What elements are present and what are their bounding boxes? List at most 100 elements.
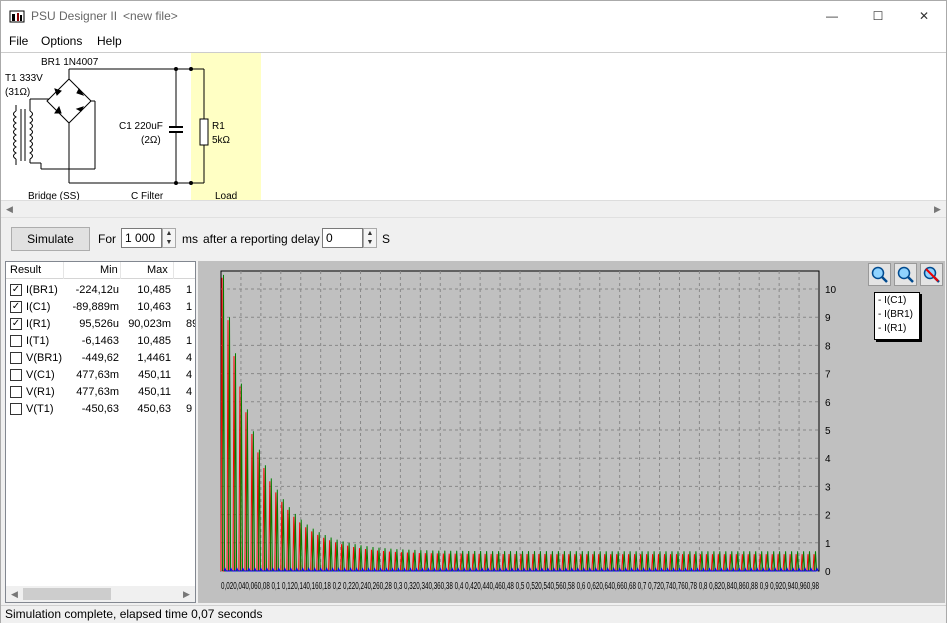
br1-label: BR1 1N4007 [41, 57, 99, 68]
zoom-reset-icon [923, 266, 940, 283]
current-chart[interactable]: 012345678910A0,020,040,060,08 0,1 0,120,… [198, 261, 838, 603]
close-button[interactable]: ✕ [901, 1, 947, 31]
t1-resistance: (31Ω) [5, 87, 31, 98]
result-name: I(R1) [26, 318, 51, 330]
status-bar: Simulation complete, elapsed time 0,07 s… [1, 605, 946, 623]
table-row[interactable]: V(R1) 477,63m 450,11 4 [6, 384, 195, 401]
legend-item: - I(BR1) [878, 309, 914, 320]
result-name: V(R1) [26, 386, 55, 398]
simulate-button[interactable]: Simulate [11, 227, 90, 251]
result-max: 450,11 [138, 369, 171, 381]
result-max: 90,023m [128, 318, 171, 330]
scroll-left-icon[interactable]: ◀ [1, 201, 18, 218]
result-max: 450,63 [137, 403, 171, 415]
table-row[interactable]: V(BR1) -449,62 1,4461 4 [6, 350, 195, 367]
spin-up-icon[interactable]: ▲ [364, 229, 376, 238]
result-max: 450,11 [138, 386, 171, 398]
delay-spinner[interactable]: ▲ ▼ [363, 228, 377, 248]
schematic-scrollbar[interactable]: ◀ ▶ [1, 200, 946, 217]
y-tick-label: 1 [825, 539, 831, 550]
row-checkbox[interactable]: ✓ [10, 301, 22, 313]
title-bar[interactable]: PSU Designer II <new file> — ☐ ✕ [1, 1, 946, 31]
menu-bar: File Options Help [1, 31, 946, 52]
app-title: PSU Designer II [31, 9, 118, 23]
result-name: I(C1) [26, 301, 51, 313]
results-table[interactable]: Result Min Max ✓ I(BR1) -224,12u 10,485 1 ✓ I(… [5, 261, 196, 603]
table-row[interactable]: ✓ I(C1) -89,889m 10,463 1 [6, 299, 195, 316]
y-tick-label: 4 [825, 454, 831, 465]
maximize-button[interactable]: ☐ [855, 1, 901, 31]
row-checkbox[interactable] [10, 335, 22, 347]
result-min: 477,63m [76, 369, 119, 381]
results-header: Result Min Max [6, 262, 195, 279]
legend-item: - I(C1) [878, 295, 907, 306]
result-max: 10,485 [137, 284, 171, 296]
app-icon [9, 10, 25, 23]
zoom-out-button[interactable] [894, 263, 917, 286]
row-checkbox[interactable]: ✓ [10, 318, 22, 330]
r1-resistance: 5kΩ [212, 135, 231, 146]
table-row[interactable]: ✓ I(R1) 95,526u 90,023m 89, [6, 316, 195, 333]
file-title: <new file> [123, 9, 178, 23]
scroll-right-icon[interactable]: ▶ [929, 201, 946, 218]
main-window: PSU Designer II <new file> — ☐ ✕ File Opt… [0, 0, 947, 623]
spin-down-icon[interactable]: ▼ [364, 238, 376, 247]
header-max[interactable]: Max [147, 264, 168, 276]
y-tick-label: 7 [825, 370, 831, 381]
ms-label: ms [182, 232, 198, 246]
zoom-in-icon [871, 266, 888, 283]
table-row[interactable]: I(T1) -6,1463 10,485 1 [6, 333, 195, 350]
scroll-right-icon[interactable]: ▶ [178, 586, 195, 602]
result-name: V(C1) [26, 369, 55, 381]
window-title: PSU Designer II <new file> [31, 9, 178, 23]
zoom-reset-button[interactable] [920, 263, 943, 286]
table-row[interactable]: V(C1) 477,63m 450,11 4 [6, 367, 195, 384]
scroll-thumb[interactable] [23, 588, 111, 600]
scroll-left-icon[interactable]: ◀ [6, 586, 23, 602]
menu-options[interactable]: Options [41, 34, 82, 48]
delay-input[interactable]: 0 [322, 228, 363, 248]
result-min: -224,12u [75, 284, 119, 296]
s-label: S [382, 232, 391, 246]
schematic-panel[interactable]: BR1 1N4007 T1 333V (31Ω) C1 220uF (2Ω) R… [1, 52, 946, 202]
legend-item: - I(R1) [878, 323, 907, 334]
minimize-icon: — [826, 9, 838, 23]
delay-label: after a reporting delay of [203, 232, 334, 246]
row-checkbox[interactable] [10, 352, 22, 364]
result-extra: 1 [186, 301, 193, 313]
result-max: 1,4461 [137, 352, 171, 364]
row-checkbox[interactable] [10, 369, 22, 381]
header-result[interactable]: Result [10, 264, 41, 276]
result-min: -449,62 [81, 352, 119, 364]
y-tick-label: 0 [825, 567, 831, 578]
row-checkbox[interactable] [10, 386, 22, 398]
duration-spinner[interactable]: ▲ ▼ [162, 228, 176, 248]
transformer-symbol [13, 98, 49, 165]
result-extra: 9 [186, 403, 193, 415]
zoom-in-button[interactable] [868, 263, 891, 286]
simulation-toolbar: Simulate For 1 000 ▲ ▼ ms after a report… [1, 217, 946, 259]
menu-file[interactable]: File [9, 34, 28, 48]
table-row[interactable]: ✓ I(BR1) -224,12u 10,485 1 [6, 282, 195, 299]
t1-label: T1 333V [5, 73, 43, 84]
minimize-button[interactable]: — [809, 1, 855, 31]
c1-resistance: (2Ω) [141, 135, 161, 146]
result-extra: 4 [186, 369, 193, 381]
result-name: I(T1) [26, 335, 50, 347]
duration-input[interactable]: 1 000 [121, 228, 162, 248]
spin-up-icon[interactable]: ▲ [163, 229, 175, 238]
row-checkbox[interactable]: ✓ [10, 284, 22, 296]
result-max: 10,463 [137, 301, 171, 313]
result-min: -450,63 [81, 403, 119, 415]
spin-down-icon[interactable]: ▼ [163, 238, 175, 247]
result-extra: 1 [186, 284, 193, 296]
row-checkbox[interactable] [10, 403, 22, 415]
result-max: 10,485 [137, 335, 171, 347]
table-row[interactable]: V(T1) -450,63 450,63 9 [6, 401, 195, 418]
result-extra: 1 [186, 335, 193, 347]
header-min[interactable]: Min [100, 264, 118, 276]
menu-help[interactable]: Help [97, 34, 122, 48]
result-min: 95,526u [79, 318, 119, 330]
bridge-rectifier-symbol [40, 68, 191, 184]
results-scrollbar[interactable]: ◀ ▶ [6, 586, 195, 602]
